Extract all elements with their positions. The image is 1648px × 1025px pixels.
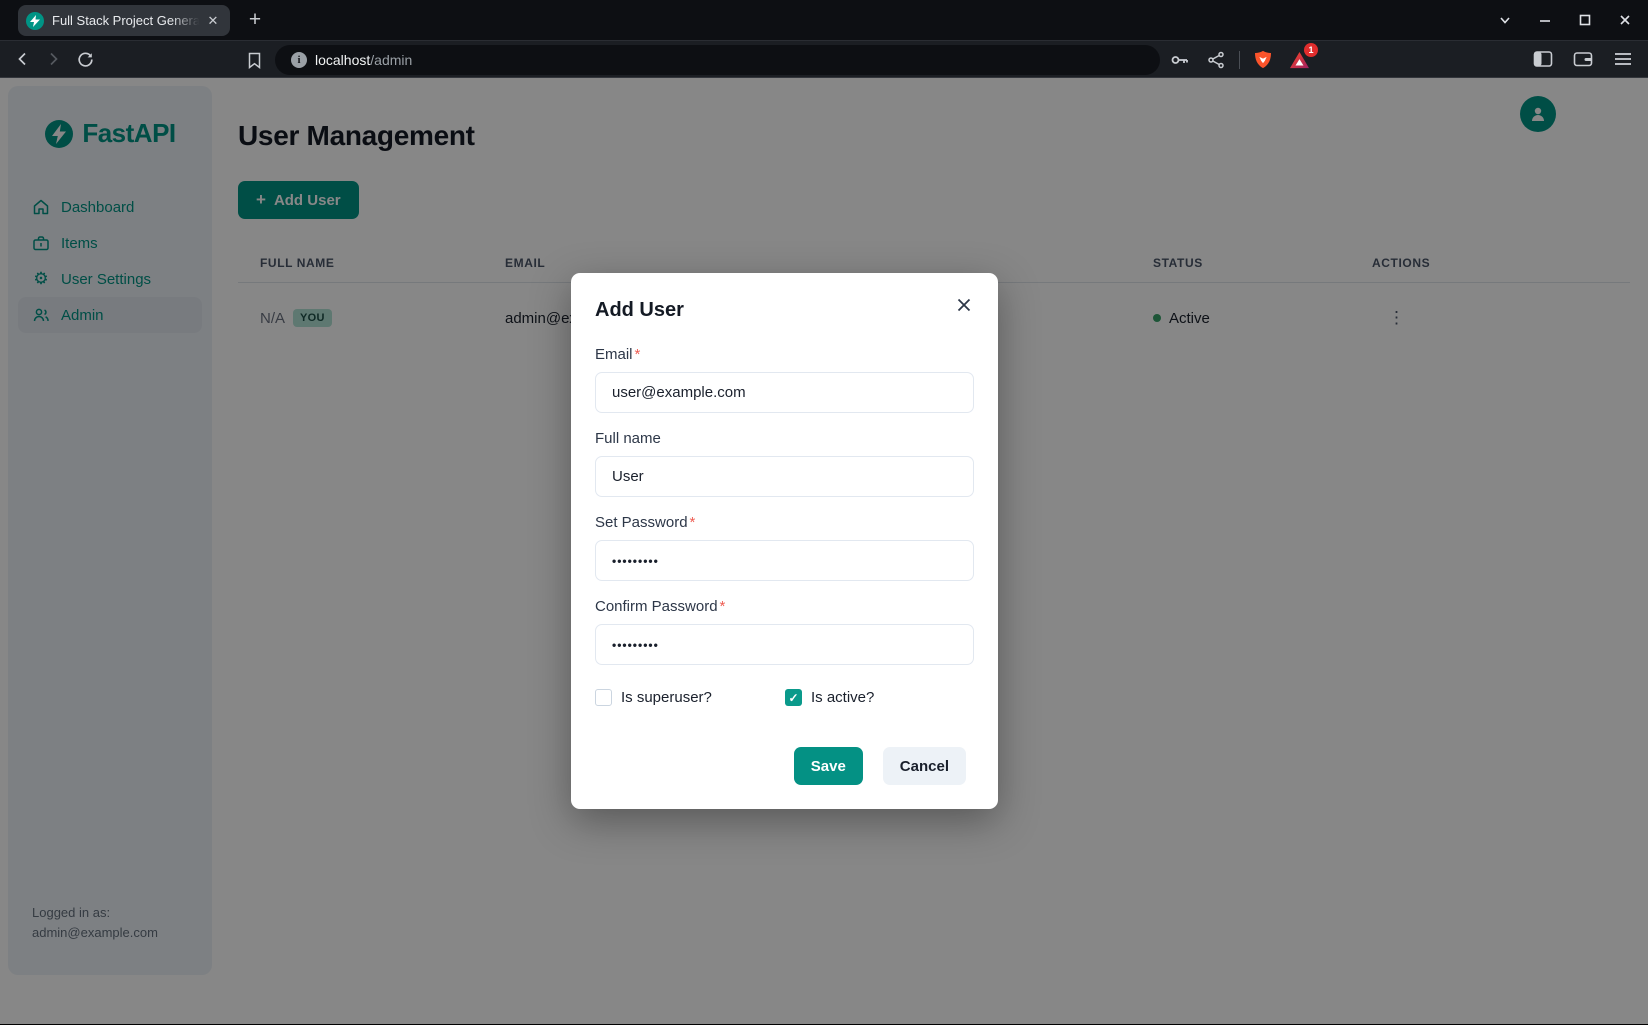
sidebar-toggle-button[interactable] (1528, 45, 1558, 73)
tab-search-chevron-icon[interactable] (1492, 7, 1518, 33)
required-asterisk: * (720, 598, 726, 615)
toolbar-separator (1239, 51, 1240, 69)
url-bar[interactable]: i localhost/admin (275, 45, 1160, 75)
site-info-icon[interactable]: i (291, 52, 307, 68)
tab-close-icon[interactable]: ✕ (204, 12, 222, 30)
is-superuser-label: Is superuser? (621, 689, 712, 706)
rewards-notification-badge: 1 (1304, 43, 1318, 57)
confirm-password-field[interactable] (595, 624, 974, 665)
wallet-button[interactable] (1568, 45, 1598, 73)
browser-tab[interactable]: Full Stack Project Genera ✕ (18, 5, 230, 36)
tab-title: Full Stack Project Genera (52, 13, 204, 28)
is-active-label: Is active? (811, 689, 874, 706)
back-button[interactable] (8, 45, 38, 73)
email-field-group: Email* (595, 346, 974, 413)
modal-close-button[interactable] (950, 291, 978, 319)
bookmark-icon[interactable] (240, 46, 268, 74)
maximize-button[interactable] (1572, 7, 1598, 33)
brave-shield-icon[interactable] (1248, 46, 1278, 74)
cancel-button[interactable]: Cancel (883, 747, 966, 785)
set-password-label: Set Password (595, 514, 688, 531)
is-active-checkbox[interactable]: ✓ (785, 689, 802, 706)
required-asterisk: * (690, 514, 696, 531)
brave-rewards-icon[interactable]: 1 (1284, 46, 1314, 74)
minimize-button[interactable] (1532, 7, 1558, 33)
email-label: Email (595, 346, 633, 363)
reload-button[interactable] (70, 45, 100, 73)
url-host: localhost (315, 52, 370, 68)
modal-title: Add User (595, 293, 684, 322)
is-superuser-checkbox[interactable] (595, 689, 612, 706)
password-key-icon[interactable] (1165, 46, 1195, 74)
required-asterisk: * (635, 346, 641, 363)
browser-toolbar: i localhost/admin 1 (0, 40, 1648, 78)
full-name-field[interactable] (595, 456, 974, 497)
forward-button[interactable] (38, 45, 68, 73)
fastapi-favicon-icon (26, 12, 44, 30)
confirm-password-field-group: Confirm Password* (595, 598, 974, 665)
set-password-field[interactable] (595, 540, 974, 581)
full-name-label: Full name (595, 430, 661, 447)
new-tab-button[interactable]: + (242, 8, 268, 34)
password-field-group: Set Password* (595, 514, 974, 581)
save-button[interactable]: Save (794, 747, 863, 785)
share-icon[interactable] (1201, 46, 1231, 74)
tab-strip: Full Stack Project Genera ✕ + (0, 0, 1648, 40)
add-user-modal: Add User Email* Full name Set Password* … (571, 273, 998, 809)
full-name-field-group: Full name (595, 430, 974, 497)
page-viewport: FastAPI Dashboard Items ⚙ User (0, 78, 1648, 1024)
email-field[interactable] (595, 372, 974, 413)
url-path: /admin (370, 52, 412, 68)
menu-button[interactable] (1608, 45, 1638, 73)
close-window-button[interactable] (1612, 7, 1638, 33)
confirm-password-label: Confirm Password (595, 598, 718, 615)
browser-window: Full Stack Project Genera ✕ + (0, 0, 1648, 1025)
